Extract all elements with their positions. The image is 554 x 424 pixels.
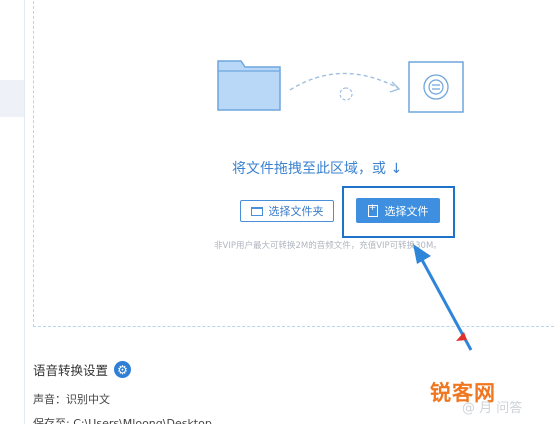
select-file-button[interactable]: 选择文件 xyxy=(356,198,440,223)
add-file-icon xyxy=(367,203,378,217)
drop-instruction: 将文件拖拽至此区域，或 ↓ xyxy=(232,161,403,177)
select-folder-button[interactable]: 选择文件夹 xyxy=(240,200,334,222)
transfer-arrow-icon xyxy=(289,72,401,101)
watermark-sub: @ 月 问答 xyxy=(462,401,523,416)
folder-icon xyxy=(217,60,281,111)
select-folder-label: 选择文件夹 xyxy=(268,205,324,218)
select-file-label: 选择文件 xyxy=(384,204,429,218)
settings-section: 语音转换设置 ⚙ xyxy=(33,360,132,379)
save-path[interactable]: 保存至: C:\Users\Mloong\Desktop xyxy=(33,415,212,424)
gear-icon[interactable]: ⚙ xyxy=(114,361,132,378)
folder-small-icon xyxy=(250,206,263,216)
annotation-arrow xyxy=(413,244,473,351)
audio-target-icon xyxy=(408,61,464,113)
voice-setting: 声音：识别中文 xyxy=(33,393,110,406)
sidebar xyxy=(0,0,25,424)
app-window: 将文件拖拽至此区域，或 ↓ 选择文件夹 选择文件 非VIP用户最大可转换2M的音… xyxy=(0,0,554,424)
red-triangle-mark xyxy=(456,332,467,341)
settings-title: 语音转换设置 xyxy=(33,363,109,378)
sidebar-item-active[interactable] xyxy=(0,80,24,117)
